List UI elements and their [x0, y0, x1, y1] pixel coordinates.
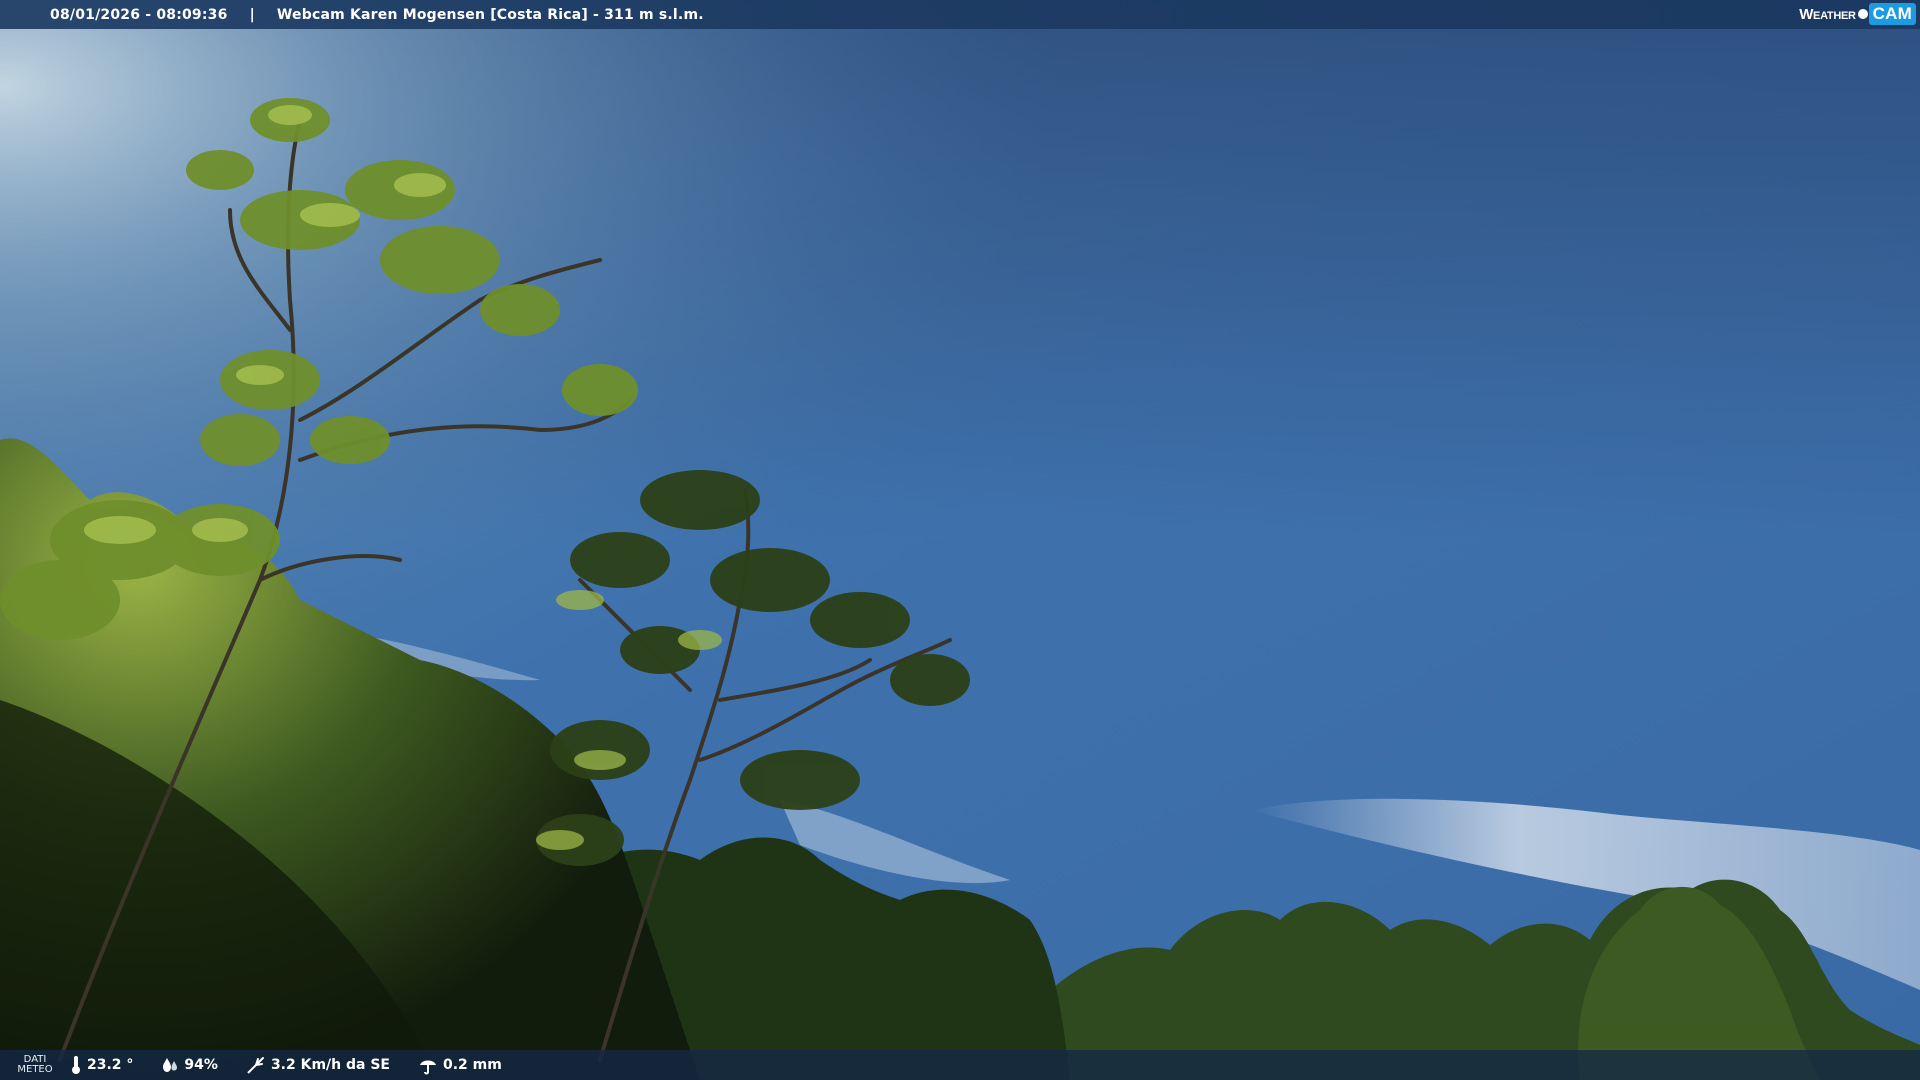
wind-value: 3.2 Km/h da SE: [270, 1057, 390, 1073]
humidity-reading: 94%: [161, 1056, 218, 1074]
header-separator: |: [249, 6, 255, 23]
logo-dot-icon: [1857, 9, 1868, 19]
weather-data-bar: DATI METEO 23.2 ° 94% 3.2 Km/h da SE 0.2…: [0, 1050, 1920, 1080]
logo-weather-text: Weather: [1799, 5, 1856, 23]
camera-title: Webcam Karen Mogensen [Costa Rica] - 311…: [276, 6, 704, 23]
webcam-scene-image: [0, 0, 1920, 1080]
weathercam-logo: Weather CAM: [1799, 2, 1916, 26]
wind-reading: 3.2 Km/h da SE: [246, 1055, 390, 1075]
dati-meteo-label: DATI METEO: [0, 1055, 70, 1075]
dati-label-line2: METEO: [17, 1064, 53, 1075]
rain-value: 0.2 mm: [443, 1057, 502, 1073]
temperature-value: 23.2 °: [87, 1057, 134, 1073]
humidity-value: 94%: [184, 1057, 218, 1073]
rain-reading: 0.2 mm: [418, 1055, 502, 1075]
capture-timestamp: 08/01/2026 - 08:09:36: [50, 6, 228, 23]
thermometer-icon: [72, 1056, 80, 1074]
webcam-frame: 08/01/2026 - 08:09:36 | Webcam Karen Mog…: [0, 0, 1920, 1080]
wind-icon: [247, 1057, 264, 1074]
info-header-bar: 08/01/2026 - 08:09:36 | Webcam Karen Mog…: [0, 0, 1920, 29]
temperature-reading: 23.2 °: [70, 1055, 133, 1075]
humidity-drops-icon: [163, 1058, 178, 1072]
logo-cam-text: CAM: [1868, 3, 1916, 25]
rain-icon: [420, 1060, 436, 1075]
